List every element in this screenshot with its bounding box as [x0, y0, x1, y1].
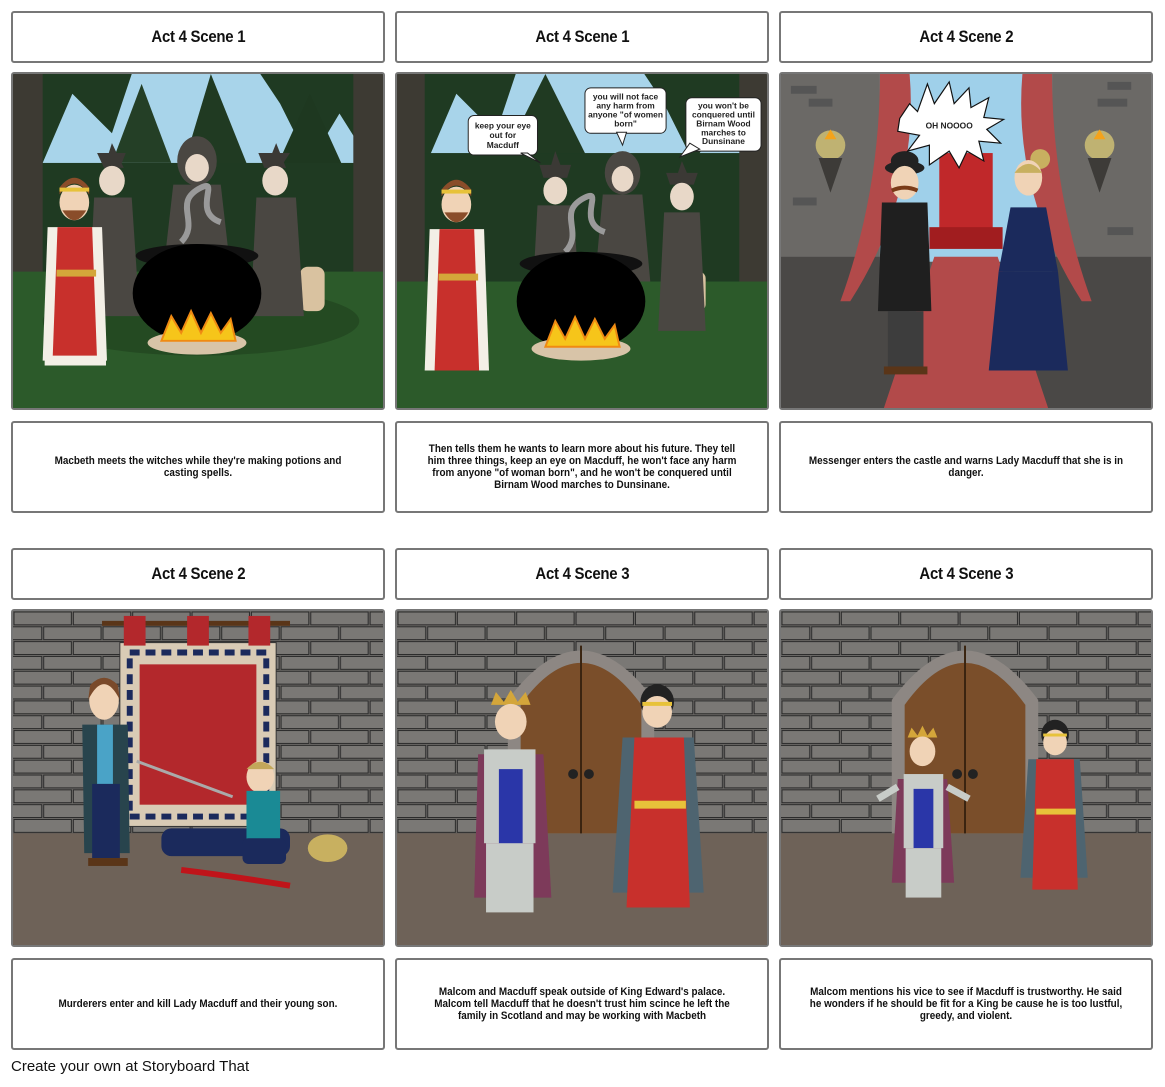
cell-1-description: Macbeth meets the witches while they're …: [11, 421, 385, 513]
cell-1-title: Act 4 Scene 1: [11, 11, 385, 63]
cell-5-description: Malcom and Macduff speak outside of King…: [395, 958, 769, 1050]
cell-5-title: Act 4 Scene 3: [395, 548, 769, 600]
cell-4-title-text: Act 4 Scene 2: [151, 564, 245, 583]
log: [299, 266, 325, 312]
door-ring-left: [568, 769, 579, 779]
cell-2-description-text: Then tells them he wants to learn more a…: [427, 443, 737, 491]
cell-2-description: Then tells them he wants to learn more a…: [395, 421, 769, 513]
cell-1-title-text: Act 4 Scene 1: [151, 27, 245, 46]
cell-4-description-text: Murderers enter and kill Lady Macduff an…: [58, 998, 338, 1010]
cell-1-description-text: Macbeth meets the witches while they're …: [54, 455, 342, 479]
floor: [781, 833, 1151, 945]
cell-6-description-text: Malcom mentions his vice to see if Macdu…: [809, 986, 1123, 1022]
storyboard-that-credit-link[interactable]: Create your own at Storyboard That: [11, 1058, 249, 1075]
speech-bubble-woman-born-line-4: born": [614, 118, 637, 128]
cell-6-title-text: Act 4 Scene 3: [919, 564, 1013, 583]
cell-6-description: Malcom mentions his vice to see if Macdu…: [779, 958, 1153, 1050]
cell-3-title-text: Act 4 Scene 2: [919, 27, 1013, 46]
cell-5-description-text: Malcom and Macduff speak outside of King…: [434, 986, 730, 1022]
cell-2-scene-forest-witches-prophecy: keep your eye out for Macduff you will n…: [395, 72, 769, 410]
cell-5-scene-palace-door: [395, 609, 769, 947]
cell-5-title-text: Act 4 Scene 3: [535, 564, 629, 583]
throne: [939, 153, 993, 233]
speech-bubble-macduff-warning-line-1: keep your eye: [475, 120, 531, 130]
cell-1-scene-forest-witches-cauldron: [11, 72, 385, 410]
cell-4-scene-castle-wall-tapestry: [11, 609, 385, 947]
cell-3-title: Act 4 Scene 2: [779, 11, 1153, 63]
exclamation-bubble-text: OH NOOOO: [926, 120, 974, 130]
speech-bubble-birnam-wood-line-5: Dunsinane: [702, 136, 745, 146]
cell-4-description: Murderers enter and kill Lady Macduff an…: [11, 958, 385, 1050]
speech-bubble-macduff-warning-line-2: out for: [490, 130, 517, 140]
cell-6-scene-palace-door: [779, 609, 1153, 947]
cell-3-description: Messenger enters the castle and warns La…: [779, 421, 1153, 513]
door-ring-right: [583, 769, 594, 779]
cell-2-title-text: Act 4 Scene 1: [535, 27, 629, 46]
cell-3-scene-castle-throne-room: OH NOOOO: [779, 72, 1153, 410]
floor: [397, 833, 767, 945]
speech-bubble-macduff-warning-line-3: Macduff: [487, 140, 519, 150]
cell-3-description-text: Messenger enters the castle and warns La…: [808, 455, 1124, 479]
cell-4-title: Act 4 Scene 2: [11, 548, 385, 600]
speech-bubble-birnam-wood: you won't be conquered until Birnam Wood…: [678, 97, 762, 159]
cell-2-title: Act 4 Scene 1: [395, 11, 769, 63]
cell-6-title: Act 4 Scene 3: [779, 548, 1153, 600]
